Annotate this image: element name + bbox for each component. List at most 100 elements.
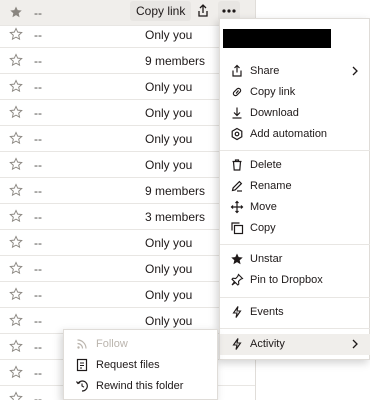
- star-outline-icon[interactable]: [9, 287, 23, 301]
- menu-item-label: Delete: [250, 159, 282, 171]
- menu-item-copy[interactable]: Copy: [220, 218, 370, 239]
- star-filled-icon: [230, 252, 244, 266]
- menu-separator: [220, 297, 370, 298]
- star-outline-icon[interactable]: [9, 313, 23, 327]
- star-outline-icon[interactable]: [9, 365, 23, 379]
- file-row[interactable]: -- 9 members: [0, 178, 255, 204]
- rewind-icon: [75, 379, 89, 393]
- menu-item-unstar[interactable]: Unstar: [220, 249, 370, 270]
- access-label: Only you: [145, 288, 193, 302]
- file-row[interactable]: -- 9 members: [0, 48, 255, 74]
- file-name[interactable]: --: [34, 80, 42, 94]
- file-row[interactable]: -- Only you: [0, 256, 255, 282]
- access-label: Only you: [145, 158, 193, 172]
- menu-item-pin-to-dropbox[interactable]: Pin to Dropbox: [220, 270, 370, 291]
- access-label: 3 members: [145, 210, 206, 224]
- trash-icon: [230, 158, 244, 172]
- request-files-icon: [75, 358, 89, 372]
- file-row[interactable]: -- Only you: [0, 152, 255, 178]
- star-outline-icon[interactable]: [9, 27, 23, 41]
- menu-item-label: Activity: [250, 338, 285, 350]
- file-name[interactable]: --: [34, 392, 42, 400]
- file-name[interactable]: --: [34, 236, 42, 250]
- file-name[interactable]: --: [34, 340, 42, 354]
- star-outline-icon[interactable]: [9, 183, 23, 197]
- submenu-item-label: Follow: [96, 338, 128, 350]
- chevron-right-icon: [351, 65, 359, 77]
- access-label: Only you: [145, 236, 193, 250]
- file-name[interactable]: --: [34, 28, 42, 42]
- file-row[interactable]: -- Only you: [0, 126, 255, 152]
- menu-item-move[interactable]: Move: [220, 197, 370, 218]
- star-outline-icon[interactable]: [9, 391, 23, 400]
- chevron-right-icon: [351, 338, 359, 350]
- move-arrows-icon: [230, 200, 244, 214]
- file-row[interactable]: -- Only you: [0, 230, 255, 256]
- access-label: 9 members: [145, 54, 206, 68]
- submenu-item-label: Rewind this folder: [96, 380, 184, 392]
- copy-link-button[interactable]: Copy link: [130, 1, 192, 21]
- star-outline-icon[interactable]: [9, 157, 23, 171]
- file-name[interactable]: --: [34, 314, 42, 328]
- file-name[interactable]: --: [34, 262, 42, 276]
- file-row[interactable]: -- Only you: [0, 100, 255, 126]
- submenu-item-label: Request files: [96, 359, 160, 371]
- access-label: Only you: [145, 262, 193, 276]
- file-name[interactable]: --: [34, 210, 42, 224]
- access-label: Only you: [145, 132, 193, 146]
- pencil-icon: [230, 179, 244, 193]
- menu-item-label: Events: [250, 306, 284, 318]
- star-outline-icon[interactable]: [9, 261, 23, 275]
- lightning-icon: [230, 305, 244, 319]
- file-name[interactable]: --: [34, 106, 42, 120]
- share-icon: [230, 64, 244, 78]
- redacted-item-name: [223, 29, 331, 48]
- context-menu: Share Copy link Download Add automation …: [219, 18, 370, 360]
- menu-item-label: Share: [250, 65, 280, 77]
- menu-item-delete[interactable]: Delete: [220, 155, 370, 176]
- menu-item-add-automation[interactable]: Add automation: [220, 124, 370, 145]
- menu-item-label: Add automation: [250, 128, 328, 140]
- file-row[interactable]: -- Only you: [0, 74, 255, 100]
- link-icon: [230, 85, 244, 99]
- submenu-item-rewind[interactable]: Rewind this folder: [64, 376, 219, 397]
- pin-icon: [230, 273, 244, 287]
- star-outline-icon[interactable]: [9, 131, 23, 145]
- file-row[interactable]: -- Only you: [0, 22, 255, 48]
- menu-separator: [220, 328, 370, 329]
- file-row[interactable]: -- 3 members: [0, 204, 255, 230]
- file-name[interactable]: --: [34, 184, 42, 198]
- access-label: Only you: [145, 106, 193, 120]
- menu-item-download[interactable]: Download: [220, 103, 370, 124]
- file-name[interactable]: --: [34, 54, 42, 68]
- menu-item-copy-link[interactable]: Copy link: [220, 82, 370, 103]
- file-name[interactable]: --: [34, 132, 42, 146]
- menu-separator: [220, 150, 370, 151]
- file-name[interactable]: --: [34, 288, 42, 302]
- access-label: Only you: [145, 28, 193, 42]
- star-outline-icon[interactable]: [9, 235, 23, 249]
- star-outline-icon[interactable]: [9, 339, 23, 353]
- file-name[interactable]: --: [34, 366, 42, 380]
- file-name[interactable]: --: [34, 6, 42, 20]
- menu-item-label: Copy link: [250, 86, 296, 98]
- copy-icon: [230, 221, 244, 235]
- menu-item-activity[interactable]: Activity: [220, 334, 370, 355]
- menu-item-rename[interactable]: Rename: [220, 176, 370, 197]
- menu-separator: [220, 244, 370, 245]
- star-outline-icon[interactable]: [9, 79, 23, 93]
- share-arrow-icon[interactable]: [193, 1, 213, 21]
- submenu-item-request-files[interactable]: Request files: [64, 355, 219, 376]
- star-outline-icon[interactable]: [9, 53, 23, 67]
- star-filled-icon[interactable]: [9, 5, 23, 19]
- menu-item-label: Rename: [250, 180, 292, 192]
- rss-icon: [75, 337, 89, 351]
- file-name[interactable]: --: [34, 158, 42, 172]
- menu-item-events[interactable]: Events: [220, 302, 370, 323]
- file-row[interactable]: -- Only you: [0, 282, 255, 308]
- star-outline-icon[interactable]: [9, 209, 23, 223]
- menu-item-share[interactable]: Share: [220, 61, 370, 82]
- access-label: 9 members: [145, 184, 206, 198]
- star-outline-icon[interactable]: [9, 105, 23, 119]
- submenu-item-follow: Follow: [64, 334, 219, 355]
